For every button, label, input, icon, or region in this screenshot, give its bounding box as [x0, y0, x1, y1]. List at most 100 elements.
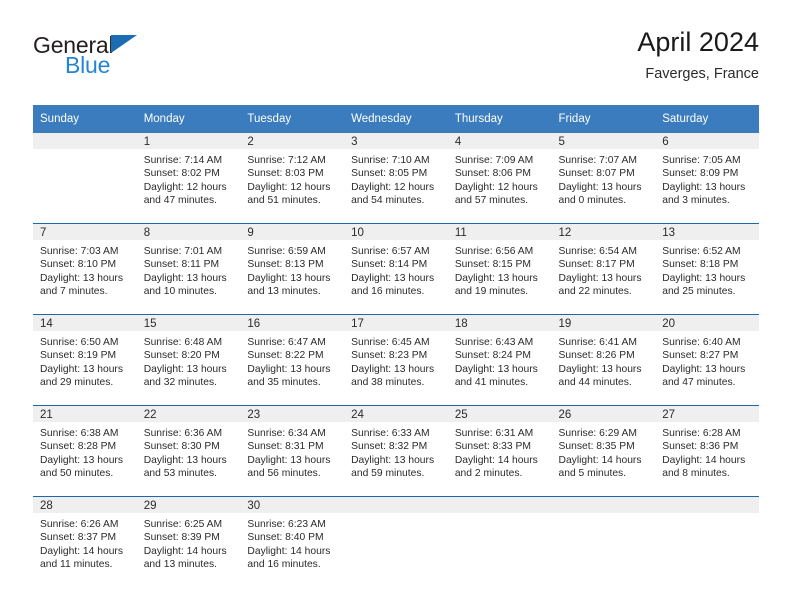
calendar-week-row: 14 Sunrise: 6:50 AM Sunset: 8:19 PM Dayligh…: [33, 314, 759, 406]
weekday-header-wednesday: Wednesday: [344, 105, 448, 133]
calendar-day-cell[interactable]: 4 Sunrise: 7:09 AM Sunset: 8:06 PM Daylight…: [447, 133, 552, 224]
calendar-day-cell[interactable]: 1 Sunrise: 7:14 AM Sunset: 8:02 PM Daylight…: [136, 133, 241, 224]
daylight-text-line2: and 51 minutes.: [247, 195, 321, 207]
daylight-text-line1: Daylight: 13 hours: [662, 272, 746, 284]
calendar-day-cell[interactable]: 21 Sunrise: 6:38 AM Sunset: 8:28 PM Dayligh…: [33, 405, 137, 497]
day-details: Sunrise: 7:05 AM Sunset: 8:09 PM Daylight:…: [655, 149, 759, 208]
calendar-header-row: Sunday Monday Tuesday Wednesday Thursday…: [33, 105, 759, 133]
daylight-text-line1: Daylight: 14 hours: [662, 454, 746, 466]
day-details: Sunrise: 7:14 AM Sunset: 8:02 PM Daylight:…: [137, 149, 241, 208]
daylight-text-line2: and 8 minutes.: [662, 468, 730, 480]
day-number: 13: [655, 224, 759, 240]
daylight-text-line2: and 0 minutes.: [558, 195, 627, 207]
sunset-text: Sunset: 8:13 PM: [247, 259, 324, 271]
calendar-day-cell[interactable]: 25 Sunrise: 6:31 AM Sunset: 8:33 PM Dayligh…: [447, 405, 552, 497]
day-details: Sunrise: 7:07 AM Sunset: 8:07 PM Daylight:…: [552, 149, 656, 208]
day-details: Sunrise: 6:57 AM Sunset: 8:14 PM Daylight:…: [344, 240, 448, 299]
calendar-day-cell[interactable]: 22 Sunrise: 6:36 AM Sunset: 8:30 PM Dayligh…: [136, 405, 241, 497]
calendar-day-cell[interactable]: 29 Sunrise: 6:25 AM Sunset: 8:39 PM Dayligh…: [136, 496, 241, 587]
daylight-text-line2: and 10 minutes.: [143, 286, 217, 298]
sunrise-text: Sunrise: 6:52 AM: [662, 246, 741, 257]
sunset-text: Sunset: 8:28 PM: [40, 441, 117, 453]
sunset-text: Sunset: 8:20 PM: [143, 350, 220, 362]
day-number: 23: [240, 406, 345, 422]
sunrise-text: Sunrise: 6:31 AM: [454, 428, 534, 439]
daylight-text-line1: Daylight: 13 hours: [40, 454, 123, 466]
title-block: April 2024 Faverges, France: [637, 26, 759, 84]
calendar-grid: Sunday Monday Tuesday Wednesday Thursday…: [33, 105, 759, 587]
sunrise-text: Sunrise: 6:38 AM: [40, 428, 119, 439]
calendar-day-cell[interactable]: 10 Sunrise: 6:57 AM Sunset: 8:14 PM Dayligh…: [344, 223, 448, 315]
day-number: 3: [344, 133, 448, 149]
calendar-day-cell[interactable]: 24 Sunrise: 6:33 AM Sunset: 8:32 PM Dayligh…: [344, 405, 448, 497]
calendar-day-cell[interactable]: 17 Sunrise: 6:45 AM Sunset: 8:23 PM Dayligh…: [344, 314, 448, 406]
sunrise-text: Sunrise: 6:57 AM: [351, 246, 430, 257]
sunset-text: Sunset: 8:19 PM: [40, 350, 117, 362]
sunrise-text: Sunrise: 6:48 AM: [143, 337, 223, 348]
daylight-text-line2: and 2 minutes.: [454, 468, 523, 480]
day-details: Sunrise: 6:41 AM Sunset: 8:26 PM Daylight:…: [552, 331, 656, 390]
day-details: Sunrise: 6:26 AM Sunset: 8:37 PM Daylight:…: [33, 513, 137, 572]
calendar-day-cell[interactable]: 11 Sunrise: 6:56 AM Sunset: 8:15 PM Dayligh…: [447, 223, 552, 315]
sunrise-text: Sunrise: 6:56 AM: [454, 246, 534, 257]
calendar-day-cell[interactable]: 19 Sunrise: 6:41 AM Sunset: 8:26 PM Dayligh…: [551, 314, 656, 406]
daylight-text-line2: and 11 minutes.: [40, 559, 113, 571]
calendar-day-cell[interactable]: 28 Sunrise: 6:26 AM Sunset: 8:37 PM Dayligh…: [33, 496, 137, 587]
daylight-text-line1: Daylight: 13 hours: [454, 363, 538, 375]
calendar-day-cell[interactable]: 9 Sunrise: 6:59 AM Sunset: 8:13 PM Daylight…: [240, 223, 345, 315]
day-number: 7: [33, 224, 137, 240]
sunrise-text: Sunrise: 6:25 AM: [143, 519, 223, 530]
calendar-day-cell[interactable]: 8 Sunrise: 7:01 AM Sunset: 8:11 PM Daylight…: [136, 223, 241, 315]
day-number: [655, 497, 759, 513]
calendar-cell-empty: [447, 496, 552, 587]
calendar-day-cell[interactable]: 30 Sunrise: 6:23 AM Sunset: 8:40 PM Dayligh…: [240, 496, 345, 587]
calendar-cell-empty: [655, 496, 759, 587]
daylight-text-line1: Daylight: 13 hours: [351, 363, 435, 375]
sunrise-text: Sunrise: 7:01 AM: [143, 246, 223, 257]
calendar-week-row: 1 Sunrise: 7:14 AM Sunset: 8:02 PM Daylight…: [33, 133, 759, 224]
sunrise-text: Sunrise: 6:40 AM: [662, 337, 741, 348]
sunrise-text: Sunrise: 7:05 AM: [662, 155, 741, 166]
calendar-day-cell[interactable]: 7 Sunrise: 7:03 AM Sunset: 8:10 PM Daylight…: [33, 223, 137, 315]
calendar-day-cell[interactable]: 14 Sunrise: 6:50 AM Sunset: 8:19 PM Dayligh…: [33, 314, 137, 406]
calendar-day-cell[interactable]: 5 Sunrise: 7:07 AM Sunset: 8:07 PM Daylight…: [551, 133, 656, 224]
calendar-day-cell[interactable]: 16 Sunrise: 6:47 AM Sunset: 8:22 PM Dayligh…: [240, 314, 345, 406]
calendar-day-cell[interactable]: 23 Sunrise: 6:34 AM Sunset: 8:31 PM Dayligh…: [240, 405, 345, 497]
weekday-header-monday: Monday: [136, 105, 241, 133]
calendar-day-cell[interactable]: 18 Sunrise: 6:43 AM Sunset: 8:24 PM Dayligh…: [447, 314, 552, 406]
day-details: Sunrise: 6:48 AM Sunset: 8:20 PM Daylight:…: [137, 331, 241, 390]
daylight-text-line2: and 25 minutes.: [662, 286, 736, 298]
day-number: 16: [240, 315, 345, 331]
day-number: 12: [551, 224, 656, 240]
daylight-text-line1: Daylight: 13 hours: [351, 454, 435, 466]
daylight-text-line2: and 7 minutes.: [40, 286, 108, 298]
sunset-text: Sunset: 8:40 PM: [247, 532, 324, 544]
calendar-day-cell[interactable]: 26 Sunrise: 6:29 AM Sunset: 8:35 PM Dayligh…: [551, 405, 656, 497]
day-details: Sunrise: 6:47 AM Sunset: 8:22 PM Daylight:…: [240, 331, 344, 390]
calendar-week-row: 28 Sunrise: 6:26 AM Sunset: 8:37 PM Dayligh…: [33, 496, 759, 587]
calendar-week-row: 7 Sunrise: 7:03 AM Sunset: 8:10 PM Daylight…: [33, 223, 759, 315]
day-details: Sunrise: 6:52 AM Sunset: 8:18 PM Daylight:…: [655, 240, 759, 299]
calendar-day-cell[interactable]: 15 Sunrise: 6:48 AM Sunset: 8:20 PM Dayligh…: [136, 314, 241, 406]
calendar-day-cell[interactable]: 12 Sunrise: 6:54 AM Sunset: 8:17 PM Dayligh…: [551, 223, 656, 315]
calendar-day-cell[interactable]: 6 Sunrise: 7:05 AM Sunset: 8:09 PM Daylight…: [655, 133, 759, 224]
day-number: 30: [240, 497, 345, 513]
sunrise-text: Sunrise: 6:54 AM: [558, 246, 637, 257]
calendar-day-cell[interactable]: 27 Sunrise: 6:28 AM Sunset: 8:36 PM Dayligh…: [655, 405, 759, 497]
day-details: Sunrise: 6:23 AM Sunset: 8:40 PM Daylight:…: [240, 513, 344, 572]
sunset-text: Sunset: 8:33 PM: [454, 441, 531, 453]
calendar-cell-empty: [33, 133, 137, 224]
day-details: Sunrise: 6:25 AM Sunset: 8:39 PM Daylight:…: [137, 513, 241, 572]
calendar-day-cell[interactable]: 2 Sunrise: 7:12 AM Sunset: 8:03 PM Daylight…: [240, 133, 345, 224]
daylight-text-line2: and 47 minutes.: [143, 195, 217, 207]
day-details: Sunrise: 7:09 AM Sunset: 8:06 PM Daylight:…: [448, 149, 552, 208]
sunrise-text: Sunrise: 6:41 AM: [558, 337, 637, 348]
calendar-day-cell[interactable]: 20 Sunrise: 6:40 AM Sunset: 8:27 PM Dayligh…: [655, 314, 759, 406]
day-number: [551, 497, 656, 513]
sunrise-text: Sunrise: 7:12 AM: [247, 155, 326, 166]
calendar-day-cell[interactable]: 13 Sunrise: 6:52 AM Sunset: 8:18 PM Dayligh…: [655, 223, 759, 315]
day-details: Sunrise: 6:59 AM Sunset: 8:13 PM Daylight:…: [240, 240, 344, 299]
daylight-text-line2: and 47 minutes.: [662, 377, 736, 389]
calendar-day-cell[interactable]: 3 Sunrise: 7:10 AM Sunset: 8:05 PM Daylight…: [344, 133, 448, 224]
day-number: 1: [136, 133, 241, 149]
